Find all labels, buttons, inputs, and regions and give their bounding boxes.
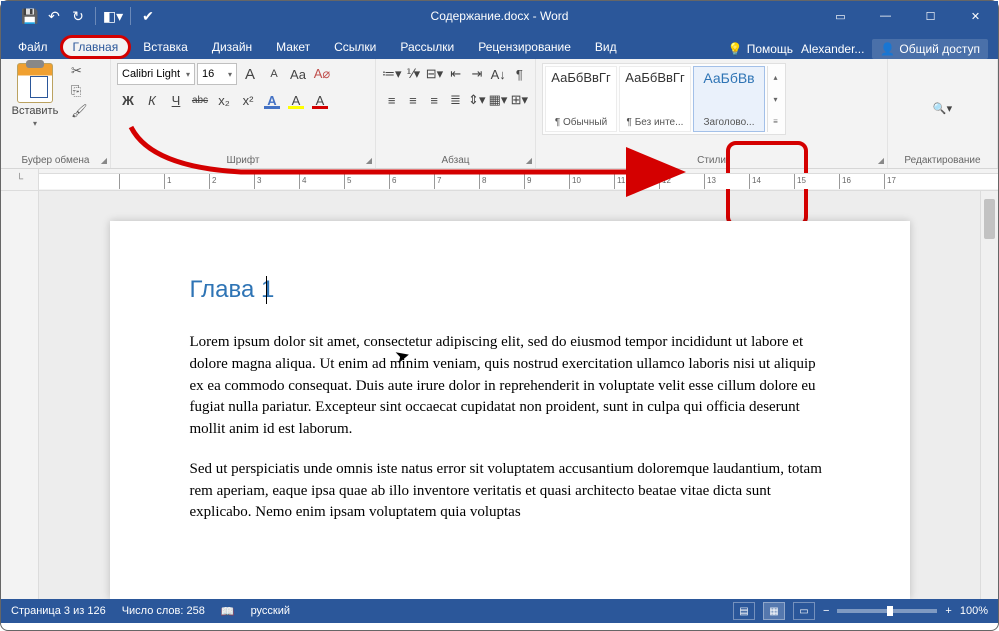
font-dialog-launcher[interactable]: ◢	[366, 156, 372, 165]
document-area: Глава 1 Lorem ipsum dolor sit amet, cons…	[1, 191, 998, 599]
share-button[interactable]: 👤 Общий доступ	[872, 39, 988, 59]
tab-design[interactable]: Дизайн	[200, 35, 264, 59]
group-label-clipboard: Буфер обмена	[7, 153, 104, 166]
style-heading1[interactable]: АаБбВв Заголово...	[693, 66, 765, 132]
vertical-ruler[interactable]	[1, 191, 39, 599]
sort-button[interactable]: A↓	[489, 63, 508, 85]
view-web-layout[interactable]: ▭	[793, 602, 815, 620]
grow-font-button[interactable]: A	[239, 63, 261, 85]
find-button[interactable]: 🔍▾	[929, 100, 956, 117]
styles-gallery[interactable]: АаБбВвГг ¶ Обычный АаБбВвГг ¶ Без инте..…	[542, 63, 786, 135]
tab-view[interactable]: Вид	[583, 35, 629, 59]
numbering-button[interactable]: ⅟▾	[404, 63, 423, 85]
touch-mode-icon[interactable]: ◧▾	[104, 7, 122, 25]
group-label-editing: Редактирование	[894, 153, 991, 166]
shading-button[interactable]: ▦▾	[488, 89, 507, 111]
highlight-button[interactable]: A	[285, 89, 307, 111]
tab-mailings[interactable]: Рассылки	[388, 35, 466, 59]
heading-1[interactable]: Глава 1	[190, 276, 830, 304]
tab-file[interactable]: Файл	[6, 35, 60, 59]
align-center-button[interactable]: ≡	[403, 89, 422, 111]
decrease-indent-button[interactable]: ⇤	[446, 63, 465, 85]
format-painter-icon[interactable]: 🖌	[71, 103, 89, 121]
tab-selector[interactable]: └	[1, 169, 39, 190]
status-page[interactable]: Страница 3 из 126	[11, 605, 106, 618]
undo-icon[interactable]: ↶	[45, 7, 63, 25]
line-spacing-button[interactable]: ⇕▾	[467, 89, 486, 111]
bullets-button[interactable]: ≔▾	[382, 63, 402, 85]
tell-me[interactable]: 💡 Помощь	[728, 42, 793, 56]
cut-icon[interactable]: ✂	[71, 63, 89, 81]
ribbon-options-icon[interactable]: ▭	[818, 1, 863, 31]
styles-dialog-launcher[interactable]: ◢	[878, 156, 884, 165]
italic-button[interactable]: К	[141, 89, 163, 111]
clear-format-button[interactable]: A⌀	[311, 63, 333, 85]
status-proofing-icon[interactable]: 📖	[221, 605, 235, 618]
change-case-button[interactable]: Aa	[287, 63, 309, 85]
status-language[interactable]: русский	[251, 605, 290, 618]
vertical-scrollbar[interactable]	[980, 191, 998, 599]
paragraph-2[interactable]: Sed ut perspiciatis unde omnis iste natu…	[190, 459, 830, 524]
title-bar: 💾 ↶ ↻ ◧▾ ✔ Содержание.docx - Word ▭ — ☐ …	[1, 1, 998, 31]
group-label-font: Шрифт	[117, 153, 369, 166]
view-print-layout[interactable]: ▦	[763, 602, 785, 620]
user-account[interactable]: Alexander...	[801, 42, 864, 56]
paste-icon	[17, 63, 53, 103]
borders-button[interactable]: ⊞▾	[510, 89, 529, 111]
group-label-styles: Стили	[542, 153, 881, 166]
view-read-mode[interactable]: ▤	[733, 602, 755, 620]
paste-button[interactable]: Вставить ▾	[7, 63, 63, 128]
page[interactable]: Глава 1 Lorem ipsum dolor sit amet, cons…	[110, 221, 910, 599]
strike-button[interactable]: abc	[189, 89, 211, 111]
tab-references[interactable]: Ссылки	[322, 35, 388, 59]
tab-insert[interactable]: Вставка	[131, 35, 200, 59]
shrink-font-button[interactable]: A	[263, 63, 285, 85]
ribbon-tabs: Файл Главная Вставка Дизайн Макет Ссылки…	[1, 31, 998, 59]
superscript-button[interactable]: x²	[237, 89, 259, 111]
redo-icon[interactable]: ↻	[69, 7, 87, 25]
zoom-out-button[interactable]: −	[823, 605, 829, 617]
horizontal-ruler[interactable]: └ 1234567891011121314151617	[1, 169, 998, 191]
copy-icon[interactable]: ⎘	[71, 83, 89, 101]
subscript-button[interactable]: x₂	[213, 89, 235, 111]
status-bar: Страница 3 из 126 Число слов: 258 📖 русс…	[1, 599, 998, 623]
paragraph-dialog-launcher[interactable]: ◢	[526, 156, 532, 165]
tab-review[interactable]: Рецензирование	[466, 35, 583, 59]
underline-button[interactable]: Ч	[165, 89, 187, 111]
group-label-paragraph: Абзац	[382, 153, 529, 166]
style-no-spacing[interactable]: АаБбВвГг ¶ Без инте...	[619, 66, 691, 132]
minimize-button[interactable]: —	[863, 1, 908, 31]
paragraph-1[interactable]: Lorem ipsum dolor sit amet, consectetur …	[190, 332, 830, 441]
quick-access-toolbar: 💾 ↶ ↻ ◧▾ ✔	[1, 7, 157, 25]
increase-indent-button[interactable]: ⇥	[467, 63, 486, 85]
text-effects-button[interactable]: A	[261, 89, 283, 111]
maximize-button[interactable]: ☐	[908, 1, 953, 31]
font-size-combo[interactable]: 16▾	[197, 63, 237, 85]
status-word-count[interactable]: Число слов: 258	[122, 605, 205, 618]
align-right-button[interactable]: ≡	[425, 89, 444, 111]
spelling-icon[interactable]: ✔	[139, 7, 157, 25]
zoom-level[interactable]: 100%	[960, 605, 988, 617]
tab-home[interactable]: Главная	[60, 35, 132, 59]
show-marks-button[interactable]: ¶	[510, 63, 529, 85]
save-icon[interactable]: 💾	[21, 7, 39, 25]
scroll-thumb[interactable]	[984, 199, 995, 239]
clipboard-dialog-launcher[interactable]: ◢	[101, 156, 107, 165]
styles-more-button[interactable]: ▴▾≡	[767, 66, 783, 132]
bold-button[interactable]: Ж	[117, 89, 139, 111]
style-normal[interactable]: АаБбВвГг ¶ Обычный	[545, 66, 617, 132]
ribbon: Вставить ▾ ✂ ⎘ 🖌 Буфер обмена ◢ Calibri …	[1, 59, 998, 169]
document-scroll[interactable]: Глава 1 Lorem ipsum dolor sit amet, cons…	[39, 191, 980, 599]
multilevel-button[interactable]: ⊟▾	[425, 63, 444, 85]
justify-button[interactable]: ≣	[446, 89, 465, 111]
zoom-slider[interactable]	[837, 609, 937, 613]
font-color-button[interactable]: A	[309, 89, 331, 111]
window-title: Содержание.docx - Word	[431, 9, 569, 23]
zoom-in-button[interactable]: +	[945, 605, 951, 617]
text-cursor	[266, 276, 267, 304]
close-button[interactable]: ✕	[953, 1, 998, 31]
tab-layout[interactable]: Макет	[264, 35, 322, 59]
align-left-button[interactable]: ≡	[382, 89, 401, 111]
font-name-combo[interactable]: Calibri Light▾	[117, 63, 195, 85]
